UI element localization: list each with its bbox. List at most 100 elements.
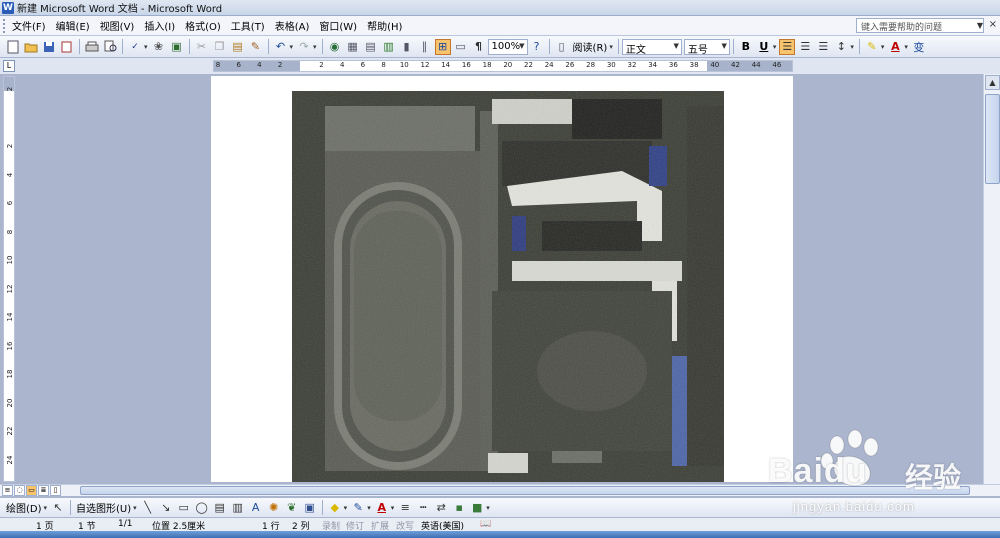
normal-view-icon[interactable]: ≡ — [2, 485, 13, 496]
cut-icon[interactable]: ✂ — [194, 39, 210, 55]
read-mode-button[interactable]: 阅读(R) — [573, 39, 608, 54]
menu-tools[interactable]: 工具(T) — [226, 18, 270, 33]
line-color-icon[interactable]: ✎ — [350, 500, 366, 516]
scroll-up-icon[interactable]: ▲ — [985, 75, 1000, 90]
paste-icon[interactable]: ▤ — [230, 39, 246, 55]
open-folder-icon[interactable] — [23, 39, 39, 55]
style-select[interactable]: 正文 ▼ — [621, 38, 682, 56]
spelling-dropdown-icon[interactable]: ▾ — [144, 43, 148, 51]
fill-color-icon[interactable]: ◆ — [327, 500, 343, 516]
vertical-scroll-thumb[interactable] — [985, 94, 1000, 184]
zoom-select[interactable]: 100% ▼ — [487, 38, 528, 55]
print-icon[interactable] — [84, 39, 100, 55]
align-left-icon[interactable]: ☰ — [779, 38, 796, 55]
document-page[interactable] — [211, 76, 793, 482]
phonetic-guide-button[interactable]: 变 — [911, 39, 927, 55]
toolbar-options-icon[interactable]: ▾ — [609, 43, 613, 51]
line-spacing-dropdown-icon[interactable]: ▾ — [850, 43, 854, 51]
align-right-icon[interactable]: ☰ — [815, 39, 831, 55]
hyperlink-icon[interactable]: ◉ — [327, 39, 343, 55]
3d-style-icon[interactable]: ■ — [469, 500, 485, 516]
close-document-icon[interactable]: × — [989, 19, 997, 30]
highlight-icon[interactable]: ✎ — [864, 39, 880, 55]
draw-font-color-dropdown-icon[interactable]: ▾ — [391, 504, 395, 512]
document-area[interactable] — [18, 76, 973, 482]
menu-edit[interactable]: 编辑(E) — [51, 18, 95, 33]
tables-borders-icon[interactable]: ▦ — [345, 39, 361, 55]
line-spacing-icon[interactable]: ↕ — [833, 39, 849, 55]
help-icon[interactable]: ? — [529, 39, 545, 55]
align-center-icon[interactable]: ☰ — [797, 39, 813, 55]
thesaurus-icon[interactable]: ▣ — [169, 39, 185, 55]
rectangle-icon[interactable]: ▭ — [176, 500, 192, 516]
line-icon[interactable]: ╲ — [140, 500, 156, 516]
wordart-icon[interactable]: A — [248, 500, 264, 516]
dash-style-icon[interactable]: ┅ — [415, 500, 431, 516]
drawing-icon[interactable]: ∥ — [417, 39, 433, 55]
undo-dropdown-icon[interactable]: ▾ — [290, 43, 294, 51]
bold-button[interactable]: B — [738, 39, 754, 55]
copy-icon[interactable]: ❐ — [212, 39, 228, 55]
menu-insert[interactable]: 插入(I) — [139, 18, 180, 33]
print-view-icon[interactable]: ▭ — [26, 485, 37, 496]
highlight-dropdown-icon[interactable]: ▾ — [881, 43, 885, 51]
shadow-style-icon[interactable]: ▪ — [451, 500, 467, 516]
autoshapes-dropdown-icon[interactable]: ▾ — [133, 504, 137, 512]
draw-font-color-button[interactable]: A — [374, 500, 390, 516]
show-hide-icon[interactable]: ¶ — [471, 39, 487, 55]
redo-icon[interactable]: ↷ — [296, 39, 312, 55]
menu-file[interactable]: 文件(F) — [7, 18, 51, 33]
tab-selector[interactable]: L — [3, 60, 15, 72]
save-icon[interactable] — [41, 39, 57, 55]
spelling-icon[interactable]: ✓ — [127, 39, 143, 55]
menu-help[interactable]: 帮助(H) — [362, 18, 407, 33]
insert-picture-icon[interactable]: ▣ — [302, 500, 318, 516]
draw-menu-button[interactable]: 绘图(D) — [6, 500, 42, 515]
clipart-icon[interactable]: ❦ — [284, 500, 300, 516]
vertical-scrollbar[interactable]: ▲ — [983, 74, 1000, 484]
oval-icon[interactable]: ◯ — [194, 500, 210, 516]
redo-dropdown-icon[interactable]: ▾ — [313, 43, 317, 51]
drawing-options-dropdown-icon[interactable]: ▾ — [486, 504, 490, 512]
word-app-icon[interactable]: W — [2, 1, 14, 14]
document-map-icon[interactable]: ▭ — [453, 39, 469, 55]
new-document-icon[interactable] — [5, 39, 21, 55]
columns-icon[interactable]: ▮ — [399, 39, 415, 55]
web-view-icon[interactable]: ◌ — [14, 485, 25, 496]
menu-format[interactable]: 格式(O) — [180, 18, 226, 33]
undo-icon[interactable]: ↶ — [273, 39, 289, 55]
help-dropdown-icon[interactable]: ▼ — [977, 21, 983, 30]
menu-table[interactable]: 表格(A) — [270, 18, 315, 33]
arrow-style-icon[interactable]: ⇄ — [433, 500, 449, 516]
text-box-icon[interactable]: ▤ — [212, 500, 228, 516]
menu-view[interactable]: 视图(V) — [95, 18, 140, 33]
satellite-image[interactable] — [292, 91, 724, 482]
autoshapes-button[interactable]: 自选图形(U) — [76, 500, 131, 515]
print-preview-icon[interactable] — [102, 39, 118, 55]
read-mode-icon[interactable]: ▯ — [554, 39, 570, 55]
draw-menu-dropdown-icon[interactable]: ▾ — [44, 504, 48, 512]
drawing-toggle-icon[interactable]: ⊞ — [434, 38, 451, 55]
font-color-dropdown-icon[interactable]: ▾ — [904, 43, 908, 51]
line-style-icon[interactable]: ≡ — [397, 500, 413, 516]
underline-button[interactable]: U — [756, 39, 772, 55]
spelling-status-icon[interactable]: 📖 — [480, 519, 491, 529]
underline-dropdown-icon[interactable]: ▾ — [773, 43, 777, 51]
insert-excel-icon[interactable]: ▥ — [381, 39, 397, 55]
font-size-select[interactable]: 五号 ▼ — [683, 38, 730, 56]
menu-window[interactable]: 窗口(W) — [314, 18, 362, 33]
outline-view-icon[interactable]: ≣ — [38, 485, 49, 496]
reading-view-icon[interactable]: ▯ — [50, 485, 61, 496]
line-color-dropdown-icon[interactable]: ▾ — [367, 504, 371, 512]
font-color-button[interactable]: A — [887, 39, 903, 55]
permission-icon[interactable] — [59, 39, 75, 55]
vertical-text-box-icon[interactable]: ▥ — [230, 500, 246, 516]
help-search-input[interactable]: 键入需要帮助的问题 — [856, 18, 984, 33]
vertical-ruler[interactable]: 2 2 4 6 8 10 12 14 16 18 20 22 24 — [3, 76, 15, 482]
format-painter-icon[interactable]: ✎ — [248, 39, 264, 55]
arrow-icon[interactable]: ↘ — [158, 500, 174, 516]
research-icon[interactable]: ❀ — [151, 39, 167, 55]
horizontal-ruler[interactable]: 8 6 4 2 2 4 6 8 10 12 14 16 18 20 22 24 26 28 30 32 34 36 38 40… — [213, 60, 793, 72]
diagram-icon[interactable]: ✺ — [266, 500, 282, 516]
insert-table-icon[interactable]: ▤ — [363, 39, 379, 55]
